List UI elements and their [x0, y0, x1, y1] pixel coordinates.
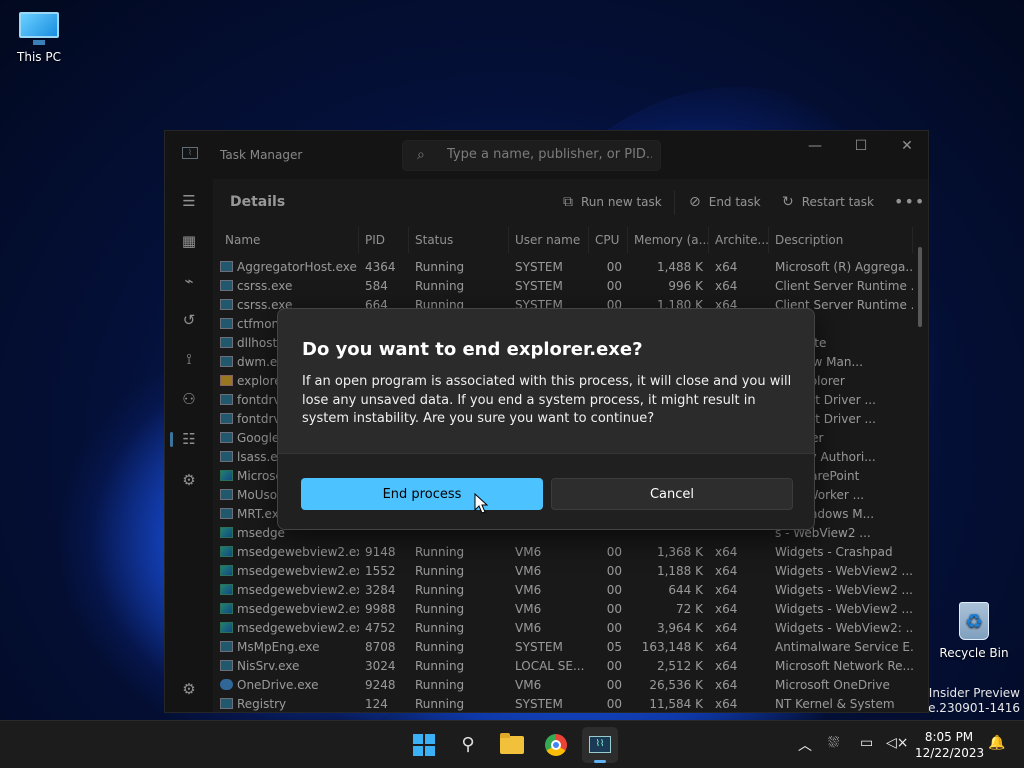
task-manager-icon: ⌇⌇ [589, 736, 611, 753]
chevron-up-icon[interactable]: ︿ [798, 735, 812, 755]
display-icon[interactable]: ▭ [860, 735, 873, 751]
end-process-button[interactable]: End process [301, 478, 543, 510]
windows-logo-icon [413, 734, 435, 756]
taskbar: ⚲ ⌇⌇ ︿ ⛆ ▭ ◁× 8:05 PM 12/22/2023 🔔 [0, 720, 1024, 768]
dialog-message: If an open program is associated with th… [302, 374, 792, 426]
clock-date: 12/22/2023 [915, 746, 985, 760]
recycle-bin-label: Recycle Bin [939, 646, 1009, 660]
folder-icon [500, 733, 524, 754]
monitor-icon [17, 10, 61, 46]
dialog-title: Do you want to end explorer.exe? [302, 339, 643, 360]
task-manager-taskbar-button[interactable]: ⌇⌇ [582, 727, 618, 763]
cancel-button[interactable]: Cancel [551, 478, 793, 510]
volume-muted-icon[interactable]: ◁× [886, 735, 909, 751]
mouse-cursor-icon [474, 492, 489, 514]
recycle-bin-desktop-icon[interactable]: ♻ Recycle Bin [934, 598, 1014, 660]
start-button[interactable] [406, 727, 442, 763]
notification-bell-icon[interactable]: 🔔 [988, 735, 1005, 751]
recycle-bin-icon: ♻ [955, 598, 993, 642]
clock[interactable]: 8:05 PM 12/22/2023 [915, 729, 985, 761]
file-explorer-button[interactable] [494, 727, 530, 763]
chrome-icon [545, 734, 567, 756]
this-pc-label: This PC [17, 50, 61, 64]
end-process-dialog: Do you want to end explorer.exe? If an o… [277, 308, 815, 530]
clock-time: 8:05 PM [924, 730, 974, 744]
network-icon[interactable]: ⛆ [828, 735, 839, 751]
this-pc-desktop-icon[interactable]: This PC [0, 10, 79, 64]
taskbar-search-button[interactable]: ⚲ [450, 727, 486, 763]
search-icon: ⚲ [461, 734, 475, 755]
chrome-button[interactable] [538, 727, 574, 763]
dialog-footer: End process Cancel [278, 453, 814, 529]
